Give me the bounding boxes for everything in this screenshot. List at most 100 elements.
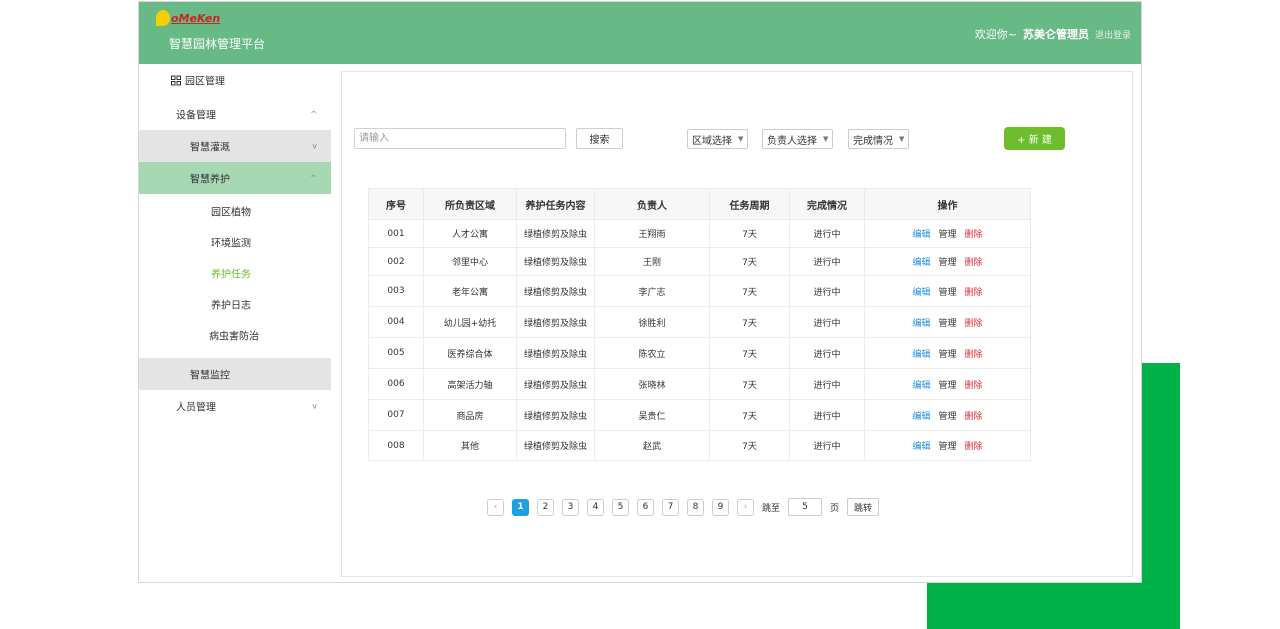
delete-link[interactable]: 删除 [965, 255, 983, 268]
edit-link[interactable]: 编辑 [912, 227, 930, 240]
owner-cell: 徐胜利 [594, 306, 710, 338]
manage-link[interactable]: 管理 [938, 227, 956, 240]
jump-page-input[interactable]: 5 [788, 498, 823, 516]
top-header: oMeKen 智慧园林管理平台 欢迎你~ 苏美仑管理员 退出登录 [139, 2, 1141, 64]
manage-link[interactable]: 管理 [938, 316, 956, 329]
page-button[interactable]: 8 [687, 498, 704, 516]
manage-link[interactable]: 管理 [938, 347, 956, 360]
edit-link[interactable]: 编辑 [912, 285, 930, 298]
sidebar-item-irrigation[interactable]: 智慧灌溉 v [139, 130, 331, 162]
edit-link[interactable]: 编辑 [912, 347, 930, 360]
chevron-down-icon: v [312, 141, 317, 151]
sidebar-item-pest[interactable]: 病虫害防治 [139, 320, 331, 350]
jump-button[interactable]: 跳转 [847, 498, 880, 516]
page-button[interactable]: 2 [537, 498, 554, 516]
sidebar-item-tasks[interactable]: 养护任务 [139, 258, 331, 288]
header-content: 养护任务内容 [516, 188, 595, 220]
jump-prefix: 跳至 [762, 503, 781, 514]
manage-link[interactable]: 管理 [938, 409, 956, 422]
table-header-row: 序号 所负责区域 养护任务内容 负责人 任务周期 完成情况 操作 [368, 188, 1031, 220]
owner-cell: 王刚 [594, 247, 710, 276]
cycle-cell: 7天 [709, 430, 790, 461]
actions-cell: 编辑 管理 删除 [864, 219, 1031, 248]
search-input[interactable] [354, 128, 566, 149]
next-page-button[interactable]: › [737, 498, 754, 516]
caret-down-icon: ▼ [738, 135, 744, 143]
new-button[interactable]: + 新 建 [1004, 127, 1065, 150]
index-cell: 008 [368, 430, 424, 461]
index-cell: 006 [368, 368, 424, 400]
delete-link[interactable]: 删除 [965, 285, 983, 298]
cycle-cell: 7天 [709, 247, 790, 276]
page-button[interactable]: 1 [512, 498, 529, 516]
table-row: 004 幼儿园+幼托 绿植修剪及除虫 徐胜利 7天 进行中 编辑 管理 删除 [368, 306, 1031, 338]
edit-link[interactable]: 编辑 [912, 439, 930, 452]
edit-link[interactable]: 编辑 [912, 378, 930, 391]
manage-link[interactable]: 管理 [938, 285, 956, 298]
owner-select[interactable]: 负责人选择 ▼ [762, 129, 834, 149]
page-button[interactable]: 7 [662, 498, 679, 516]
sidebar-item-label: 养护日志 [211, 300, 251, 312]
sidebar-item-label: 设备管理 [176, 110, 216, 122]
header-actions: 操作 [864, 188, 1031, 220]
sidebar-item-monitor[interactable]: 智慧监控 [139, 358, 331, 390]
delete-link[interactable]: 删除 [965, 439, 983, 452]
sidebar-item-people[interactable]: 人员管理 v [139, 390, 331, 422]
user-name[interactable]: 苏美仑管理员 [1023, 26, 1089, 42]
area-select[interactable]: 区域选择 ▼ [687, 129, 749, 149]
sidebar-item-label: 园区管理 [185, 76, 225, 88]
caret-down-icon: ▼ [823, 135, 829, 143]
status-cell: 进行中 [789, 337, 865, 369]
index-cell: 007 [368, 399, 424, 431]
page-button[interactable]: 3 [562, 498, 579, 516]
manage-link[interactable]: 管理 [938, 255, 956, 268]
sidebar-item-park[interactable]: 园区管理 [139, 64, 331, 96]
area-select-label: 区域选择 [692, 135, 732, 147]
edit-link[interactable]: 编辑 [912, 409, 930, 422]
index-cell: 001 [368, 219, 424, 248]
sidebar-item-label: 人员管理 [176, 402, 216, 414]
delete-link[interactable]: 删除 [965, 227, 983, 240]
delete-link[interactable]: 删除 [965, 409, 983, 422]
manage-link[interactable]: 管理 [938, 378, 956, 391]
content-cell: 绿植修剪及除虫 [516, 399, 595, 431]
area-cell: 邻里中心 [423, 247, 517, 276]
page-button[interactable]: 5 [612, 498, 629, 516]
logo-text: oMeKen [171, 11, 221, 25]
sidebar-item-maintenance[interactable]: 智慧养护 ^ [139, 162, 331, 194]
page-button[interactable]: 4 [587, 498, 604, 516]
app-window: oMeKen 智慧园林管理平台 欢迎你~ 苏美仑管理员 退出登录 园区管理 设备… [138, 1, 1142, 583]
content-cell: 绿植修剪及除虫 [516, 275, 595, 307]
status-select[interactable]: 完成情况 ▼ [848, 129, 910, 149]
logout-link[interactable]: 退出登录 [1095, 28, 1131, 41]
main-panel: 搜索 区域选择 ▼ 负责人选择 ▼ 完成情况 ▼ + 新 建 序号 所负责区域 … [341, 71, 1133, 577]
grid-icon [171, 75, 181, 85]
prev-page-button[interactable]: ‹ [487, 498, 504, 516]
edit-link[interactable]: 编辑 [912, 255, 930, 268]
status-cell: 进行中 [789, 275, 865, 307]
search-button[interactable]: 搜索 [576, 128, 623, 149]
chevron-down-icon: v [312, 401, 317, 411]
sidebar-item-device[interactable]: 设备管理 ^ [139, 98, 331, 130]
area-cell: 人才公寓 [423, 219, 517, 248]
page-button[interactable]: 9 [712, 498, 729, 516]
page-button[interactable]: 6 [637, 498, 654, 516]
sidebar-item-environment[interactable]: 环境监测 [139, 227, 331, 257]
cycle-cell: 7天 [709, 368, 790, 400]
content-cell: 绿植修剪及除虫 [516, 368, 595, 400]
content-cell: 绿植修剪及除虫 [516, 219, 595, 248]
header-owner: 负责人 [594, 188, 710, 220]
content-cell: 绿植修剪及除虫 [516, 430, 595, 461]
manage-link[interactable]: 管理 [938, 439, 956, 452]
edit-link[interactable]: 编辑 [912, 316, 930, 329]
sidebar-item-label: 园区植物 [211, 207, 251, 219]
sidebar-item-log[interactable]: 养护日志 [139, 289, 331, 319]
chevron-up-icon: ^ [310, 173, 317, 183]
delete-link[interactable]: 删除 [965, 378, 983, 391]
sidebar-item-label: 智慧灌溉 [190, 142, 230, 154]
actions-cell: 编辑 管理 删除 [864, 430, 1031, 461]
delete-link[interactable]: 删除 [965, 347, 983, 360]
delete-link[interactable]: 删除 [965, 316, 983, 329]
sidebar-item-plants[interactable]: 园区植物 [139, 196, 331, 226]
sidebar-item-label: 环境监测 [211, 238, 251, 250]
